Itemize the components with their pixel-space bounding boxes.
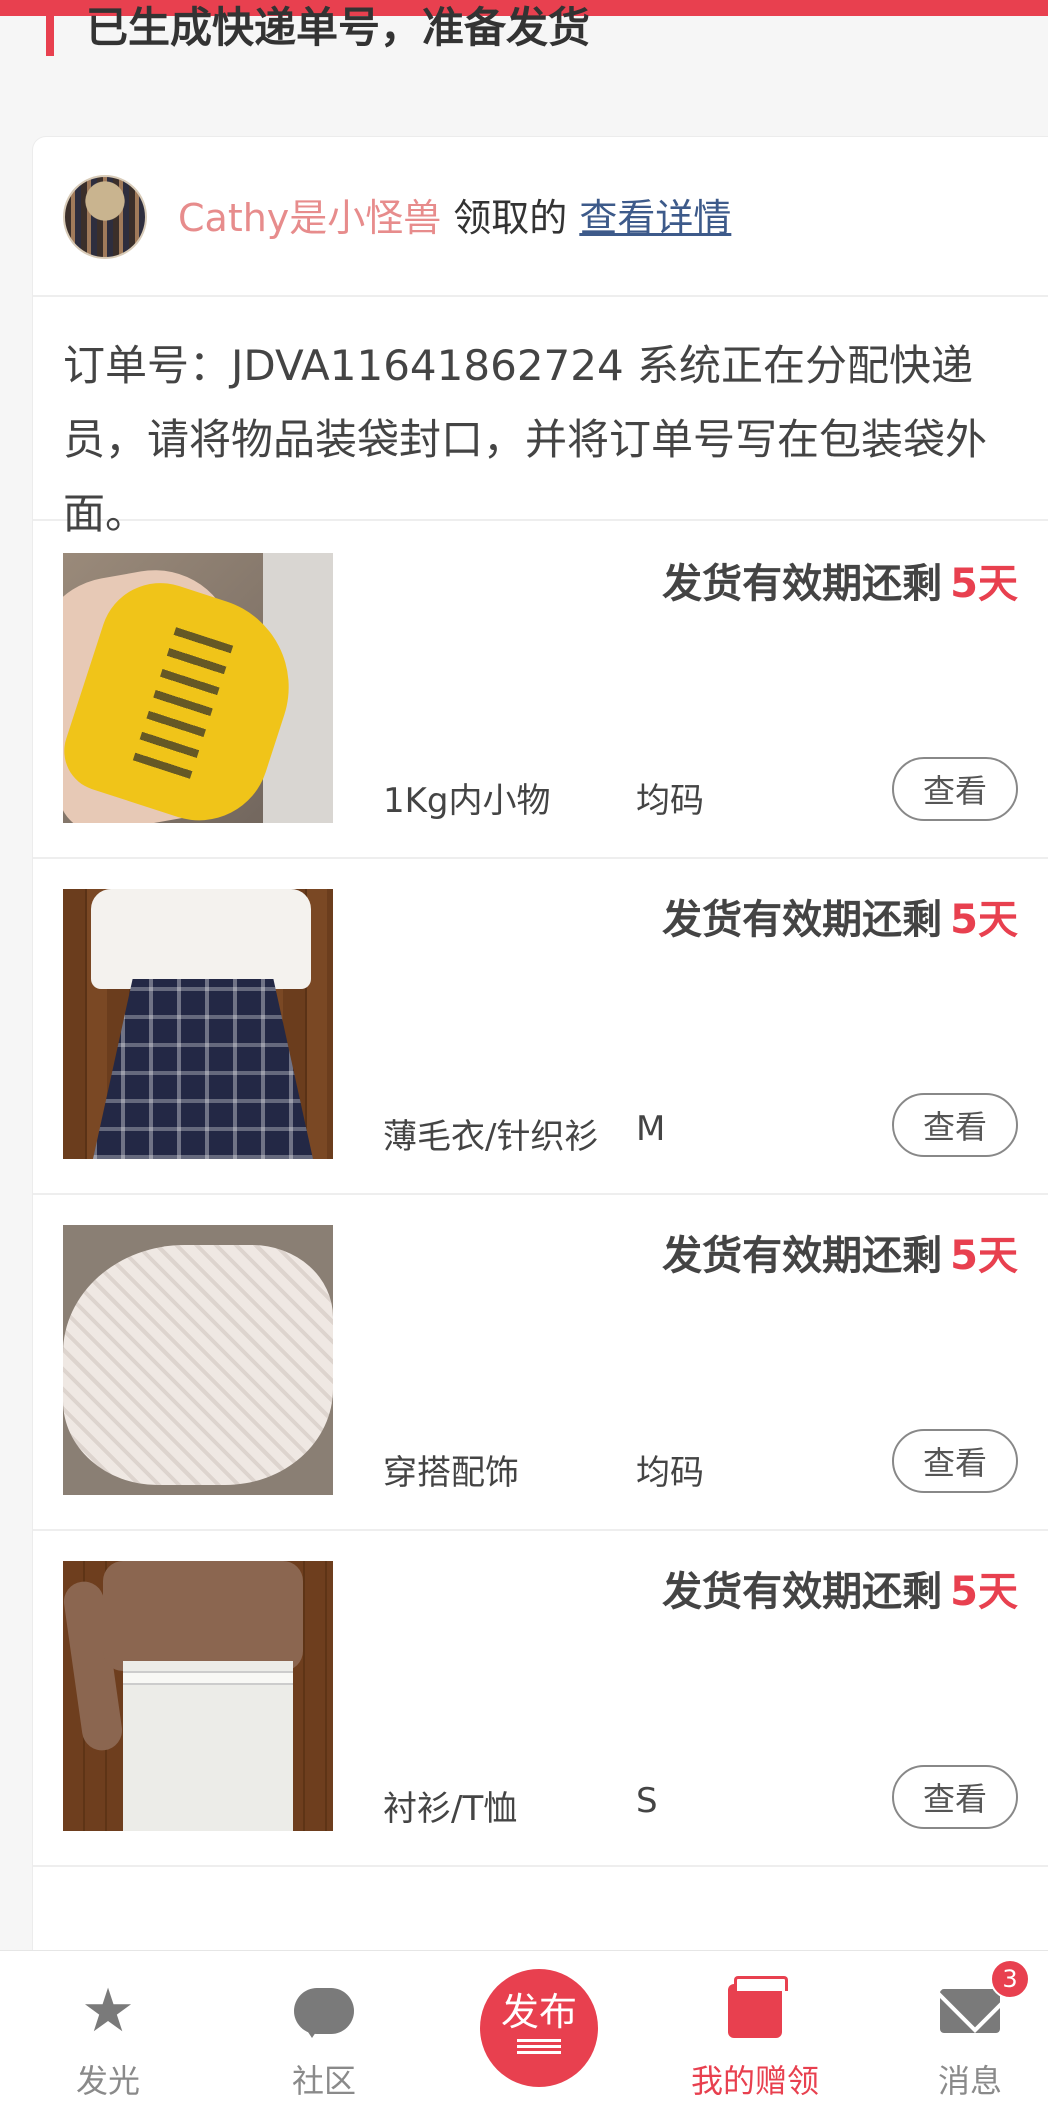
deadline-days: 5天 xyxy=(950,1233,1018,1279)
receiver-line: Cathy是小怪兽 领取的 查看详情 xyxy=(178,187,731,242)
shipping-deadline: 发货有效期还剩 5天 xyxy=(662,1223,1018,1281)
item-size: 均码 xyxy=(636,781,704,821)
envelope-icon xyxy=(940,1981,1000,2041)
status-header: 已生成快递单号，准备发货 xyxy=(0,3,1048,106)
list-item: 发货有效期还剩 5天 1Kg内小物 均码 查看 xyxy=(33,523,1048,859)
publish-icon xyxy=(517,2039,561,2055)
item-category: 1Kg内小物 xyxy=(383,781,551,821)
tab-my-gifts[interactable]: 我的赠领 xyxy=(655,1951,855,2105)
order-card: Cathy是小怪兽 领取的 查看详情 订单号：JDVA11641862724 系统正… xyxy=(32,136,1048,1956)
gift-box-icon xyxy=(725,1976,788,2041)
deadline-label: 发货有效期还剩 xyxy=(662,1569,943,1615)
star-icon: ★ xyxy=(81,1976,135,2046)
tab-community[interactable]: 社区 xyxy=(224,1951,424,2105)
unread-badge: 3 xyxy=(990,1959,1030,1999)
receiver-suffix: 领取的 xyxy=(453,196,568,240)
shipping-deadline: 发货有效期还剩 5天 xyxy=(662,551,1018,609)
deadline-days: 5天 xyxy=(950,897,1018,943)
tab-label: 社区 xyxy=(291,2062,356,2100)
publish-button[interactable]: 发布 xyxy=(480,1969,598,2087)
receiver-nickname[interactable]: Cathy是小怪兽 xyxy=(178,196,441,240)
item-category: 穿搭配饰 xyxy=(383,1453,519,1493)
item-size: 均码 xyxy=(636,1453,704,1493)
item-size: M xyxy=(636,1109,666,1149)
item-size: S xyxy=(636,1781,658,1821)
view-button[interactable]: 查看 xyxy=(892,1429,1018,1493)
item-category: 衬衫/T恤 xyxy=(383,1789,518,1829)
deadline-days: 5天 xyxy=(950,1569,1018,1615)
list-item: 发货有效期还剩 5天 衬衫/T恤 S 查看 xyxy=(33,1531,1048,1867)
item-photo[interactable] xyxy=(63,889,333,1159)
tab-messages[interactable]: 3 消息 xyxy=(870,1951,1048,2105)
item-category: 薄毛衣/针织衫 xyxy=(383,1117,599,1157)
list-item: 发货有效期还剩 5天 穿搭配饰 均码 查看 xyxy=(33,1195,1048,1531)
deadline-days: 5天 xyxy=(950,561,1018,607)
tab-label: 发光 xyxy=(75,2062,140,2100)
item-photo[interactable] xyxy=(63,1225,333,1495)
deadline-label: 发货有效期还剩 xyxy=(662,1233,943,1279)
receiver-row: Cathy是小怪兽 领取的 查看详情 xyxy=(33,137,1048,297)
deadline-label: 发货有效期还剩 xyxy=(662,897,943,943)
page-title: 已生成快递单号，准备发货 xyxy=(86,3,591,52)
shipping-deadline: 发货有效期还剩 5天 xyxy=(662,887,1018,945)
item-photo[interactable] xyxy=(63,1561,333,1831)
deadline-label: 发货有效期还剩 xyxy=(662,561,943,607)
list-item: 发货有效期还剩 5天 薄毛衣/针织衫 M 查看 xyxy=(33,859,1048,1195)
view-button[interactable]: 查看 xyxy=(892,1093,1018,1157)
header-accent-mark xyxy=(46,16,54,56)
item-photo[interactable] xyxy=(63,553,333,823)
tab-glow[interactable]: ★ 发光 xyxy=(8,1951,208,2105)
bottom-tab-bar: ★ 发光 社区 发布 我的赠领 3 消息 xyxy=(0,1950,1048,2105)
tab-label: 我的赠领 xyxy=(690,2062,819,2100)
view-button[interactable]: 查看 xyxy=(892,1765,1018,1829)
view-button[interactable]: 查看 xyxy=(892,757,1018,821)
publish-label: 发布 xyxy=(500,1990,577,2034)
avatar[interactable] xyxy=(63,175,147,259)
tab-label: 消息 xyxy=(937,2062,1002,2100)
order-instructions: 订单号：JDVA11641862724 系统正在分配快递员，请将物品装袋封口，并… xyxy=(63,341,988,538)
chat-bubble-icon xyxy=(294,1981,354,2041)
view-detail-link[interactable]: 查看详情 xyxy=(579,196,731,240)
order-info: 订单号：JDVA11641862724 系统正在分配快递员，请将物品装袋封口，并… xyxy=(33,299,1048,538)
shipping-deadline: 发货有效期还剩 5天 xyxy=(662,1559,1018,1617)
